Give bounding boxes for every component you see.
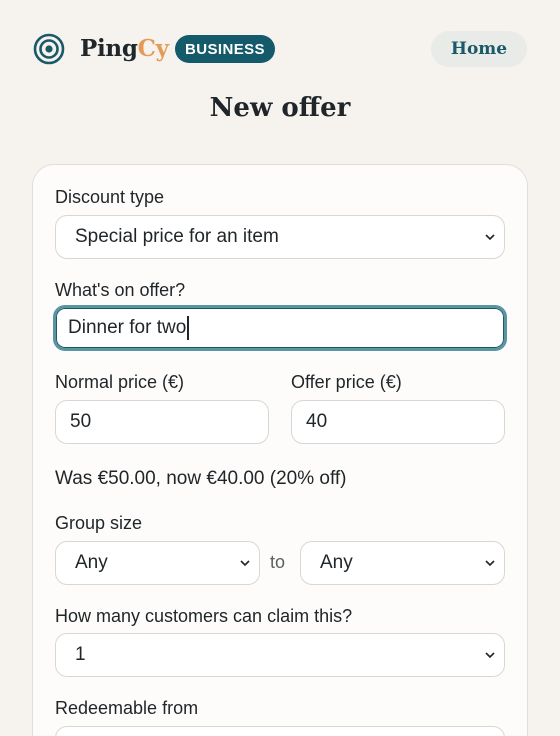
price-summary: Was €50.00, now €40.00 (20% off) bbox=[55, 468, 347, 489]
normal-price-value: 50 bbox=[70, 411, 92, 432]
claims-select[interactable]: 1 bbox=[55, 633, 505, 677]
offer-label: What's on offer? bbox=[55, 280, 186, 300]
group-size-max-value: Any bbox=[320, 552, 353, 573]
logo-icon bbox=[33, 33, 65, 65]
normal-price-input[interactable]: 50 bbox=[55, 400, 269, 444]
brand-name-main: Ping bbox=[80, 35, 138, 62]
brand-name[interactable]: PingCy bbox=[80, 33, 169, 65]
brand-name-accent: Cy bbox=[137, 35, 169, 62]
group-size-label: Group size bbox=[55, 513, 143, 533]
redeemable-from-input[interactable] bbox=[55, 726, 505, 736]
offer-price-value: 40 bbox=[306, 411, 328, 432]
page-title: New offer bbox=[209, 93, 351, 123]
chevron-down-icon bbox=[485, 652, 495, 659]
discount-type-select[interactable]: Special price for an item bbox=[55, 215, 505, 259]
claims-label: How many customers can claim this? bbox=[55, 606, 353, 626]
claims-value: 1 bbox=[75, 644, 86, 665]
group-size-min-select[interactable]: Any bbox=[55, 541, 260, 585]
chevron-down-icon bbox=[485, 234, 495, 241]
group-size-max-select[interactable]: Any bbox=[300, 541, 505, 585]
header: PingCy BUSINESS Home bbox=[0, 0, 560, 96]
offer-input[interactable]: Dinner for two bbox=[53, 305, 507, 351]
redeemable-from-label: Redeemable from bbox=[55, 698, 199, 718]
discount-type-label: Discount type bbox=[55, 187, 165, 207]
normal-price-label: Normal price (€) bbox=[55, 372, 185, 392]
home-button[interactable]: Home bbox=[431, 31, 527, 67]
offer-price-label: Offer price (€) bbox=[291, 372, 402, 392]
chevron-down-icon bbox=[485, 560, 495, 567]
group-size-min-value: Any bbox=[75, 552, 108, 573]
chevron-down-icon bbox=[240, 560, 250, 567]
business-badge: BUSINESS bbox=[175, 35, 275, 63]
text-caret bbox=[187, 316, 190, 340]
group-size-separator: to bbox=[270, 552, 286, 572]
offer-input-value: Dinner for two bbox=[68, 317, 187, 338]
offer-price-input[interactable]: 40 bbox=[291, 400, 505, 444]
discount-type-value: Special price for an item bbox=[75, 226, 279, 247]
